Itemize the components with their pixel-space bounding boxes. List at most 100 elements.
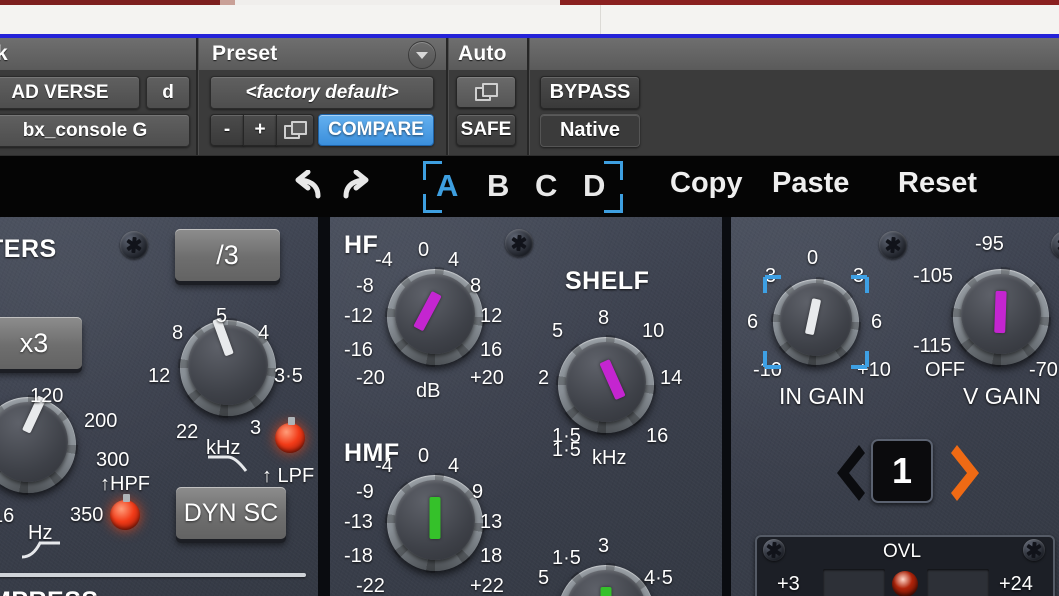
screw-icon bbox=[1051, 231, 1059, 259]
preset-copy-button[interactable] bbox=[276, 114, 314, 146]
shelf-frequency-knob[interactable] bbox=[556, 335, 656, 435]
undo-arrow-icon[interactable] bbox=[288, 169, 330, 204]
preset-value-field[interactable]: <factory default> bbox=[210, 76, 434, 109]
dyn-sidechain-button[interactable]: DYN SC bbox=[176, 487, 286, 539]
hpf-frequency-knob[interactable] bbox=[0, 395, 78, 495]
shelf-tick-10: 10 bbox=[642, 320, 665, 342]
hpf-led[interactable] bbox=[110, 494, 140, 530]
compressor-title: MPRESS bbox=[0, 587, 99, 596]
hf-tick-neg12: -12 bbox=[344, 305, 373, 327]
lpf-tick-5: 5 bbox=[216, 305, 228, 327]
in-gain-tick-0: 0 bbox=[807, 247, 819, 269]
hf-gain-knob[interactable] bbox=[385, 267, 485, 367]
hmf-freq-tick-45: 4·5 bbox=[644, 567, 673, 589]
eq-panel: HF 0 -4 4 -8 8 -12 12 -16 16 -20 +20 dB … bbox=[330, 217, 722, 596]
window-seam bbox=[600, 5, 601, 34]
native-button[interactable]: Native bbox=[540, 114, 640, 147]
paste-button[interactable]: Paste bbox=[772, 167, 849, 200]
v-gain-knob[interactable] bbox=[951, 267, 1051, 367]
ovl-segment-left bbox=[823, 569, 885, 596]
v-gain-tick-neg70: -70 bbox=[1029, 359, 1058, 381]
ab-slot-b[interactable]: B bbox=[487, 168, 509, 204]
panel-gap-1 bbox=[318, 217, 330, 596]
page-next-chevron-right-icon[interactable] bbox=[945, 441, 991, 505]
hmf-gain-knob[interactable] bbox=[385, 473, 485, 573]
v-gain-tick-neg95: -95 bbox=[975, 233, 1004, 255]
ab-slot-c[interactable]: C bbox=[535, 168, 557, 204]
shelf-tick-2: 2 bbox=[538, 367, 550, 389]
v-gain-label: V GAIN bbox=[963, 383, 1041, 409]
hmf-tick-pos22: +22 bbox=[470, 575, 504, 596]
hmf-tick-neg4: -4 bbox=[375, 455, 393, 477]
plugin-name-field[interactable]: bx_console G bbox=[0, 114, 190, 147]
ab-slot-a[interactable]: A bbox=[436, 168, 458, 204]
track-name-field[interactable]: AD VERSE bbox=[0, 76, 140, 109]
automation-copy-button[interactable] bbox=[456, 76, 516, 108]
filters-panel: TERS /3 x3 120 200 300 350 16 Hz ↑HPF bbox=[0, 217, 318, 596]
lpf-engage-label: ↑ LPF bbox=[262, 465, 315, 487]
shelf-tick-14: 14 bbox=[660, 367, 683, 389]
hmf-freq-tick-5: 5 bbox=[538, 567, 550, 589]
page-prev-chevron-left-icon[interactable] bbox=[827, 441, 873, 505]
auto-label: Auto bbox=[458, 42, 507, 65]
hf-tick-0: 0 bbox=[418, 239, 430, 261]
header-title-strip bbox=[0, 38, 1059, 70]
hmf-freq-tick-3: 3 bbox=[598, 535, 610, 557]
ovl-segment-right bbox=[927, 569, 989, 596]
screw-icon bbox=[763, 539, 785, 561]
in-gain-tick-pos3: 3 bbox=[853, 265, 865, 287]
v-gain-tick-off: OFF bbox=[925, 359, 965, 381]
ovl-left-label: +3 bbox=[777, 573, 800, 595]
lpf-divide3-button[interactable]: /3 bbox=[175, 229, 280, 281]
hpf-tick-16: 16 bbox=[0, 505, 15, 527]
in-gain-tick-pos6: 6 bbox=[871, 311, 883, 333]
page-number-display[interactable]: 1 bbox=[871, 439, 933, 503]
track-suffix-field[interactable]: d bbox=[146, 76, 190, 109]
in-gain-tick-neg3: 3 bbox=[765, 265, 777, 287]
copy-icon bbox=[475, 83, 498, 101]
section-divider bbox=[0, 573, 306, 577]
hmf-freq-tick-15a: 1·5 bbox=[552, 439, 581, 461]
screw-icon bbox=[1023, 539, 1045, 561]
hmf-freq-tick-15b: 1·5 bbox=[552, 547, 581, 569]
hf-tick-16: 16 bbox=[480, 339, 503, 361]
lpf-tick-12: 12 bbox=[148, 365, 171, 387]
reset-button[interactable]: Reset bbox=[898, 167, 977, 200]
redo-arrow-icon[interactable] bbox=[334, 169, 376, 204]
v-gain-tick-neg105: -105 bbox=[913, 265, 954, 287]
preset-dropdown-chevron-down-icon[interactable] bbox=[408, 41, 436, 69]
in-gain-knob[interactable] bbox=[771, 277, 861, 367]
compare-button[interactable]: COMPARE bbox=[318, 114, 434, 146]
lpf-tick-22: 22 bbox=[176, 421, 199, 443]
hpf-unit-label: Hz bbox=[28, 522, 53, 544]
hmf-tick-0: 0 bbox=[418, 445, 430, 467]
hmf-tick-9: 9 bbox=[472, 481, 484, 503]
hmf-tick-neg22: -22 bbox=[356, 575, 385, 596]
window-light-bar bbox=[0, 5, 1059, 34]
preset-prev-button[interactable]: - bbox=[210, 114, 244, 146]
ovl-meter-block: OVL +3 +24 bbox=[755, 535, 1055, 596]
copy-button[interactable]: Copy bbox=[670, 167, 743, 200]
ovl-clip-led bbox=[892, 571, 918, 596]
lpf-tick-35: 3·5 bbox=[274, 365, 303, 387]
ab-toolbar: A B C D Copy Paste Reset bbox=[0, 155, 1059, 218]
preset-next-button[interactable]: + bbox=[243, 114, 277, 146]
hpf-times3-button[interactable]: x3 bbox=[0, 317, 82, 369]
shelf-tick-8: 8 bbox=[598, 307, 610, 329]
track-tab-label[interactable]: k bbox=[0, 42, 8, 66]
in-gain-tick-neg10: -10 bbox=[753, 359, 782, 381]
hf-tick-neg4: -4 bbox=[375, 249, 393, 271]
bypass-button[interactable]: BYPASS bbox=[540, 76, 640, 109]
ab-slot-d[interactable]: D bbox=[583, 168, 605, 204]
lpf-led[interactable] bbox=[275, 417, 305, 453]
gain-panel: 0 3 3 6 6 -10 +10 IN GAIN -95 -105 -115 … bbox=[731, 217, 1059, 596]
hmf-tick-neg13: -13 bbox=[344, 511, 373, 533]
header-divider-2 bbox=[446, 38, 448, 155]
safe-button[interactable]: SAFE bbox=[456, 114, 516, 146]
shelf-tick-16: 16 bbox=[646, 425, 669, 447]
lpf-unit-label: kHz bbox=[206, 437, 241, 459]
screw-icon bbox=[505, 229, 533, 257]
hpf-tick-120: 120 bbox=[30, 385, 64, 407]
hpf-tick-350: 350 bbox=[70, 504, 104, 526]
in-gain-tick-neg6: 6 bbox=[747, 311, 759, 333]
